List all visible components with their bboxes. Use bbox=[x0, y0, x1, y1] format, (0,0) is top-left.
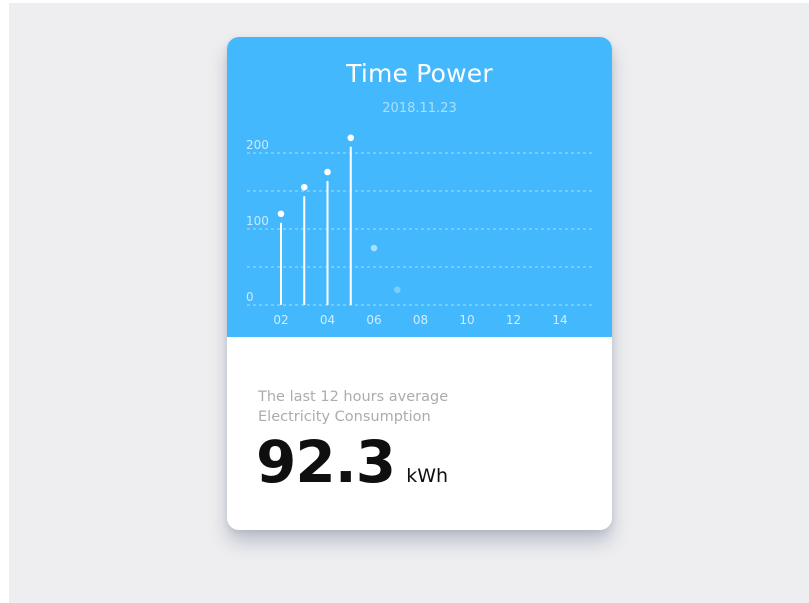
caption-line-1: The last 12 hours average bbox=[258, 389, 449, 405]
data-point bbox=[300, 183, 308, 191]
data-point bbox=[277, 210, 285, 218]
data-point bbox=[393, 286, 401, 294]
data-point bbox=[370, 244, 378, 252]
consumption-value: 92.3 bbox=[256, 428, 396, 496]
x-tick-label: 10 bbox=[459, 313, 474, 327]
y-tick-label: 0 bbox=[246, 290, 254, 304]
x-axis-ticks: 02 04 06 08 10 12 14 bbox=[273, 313, 567, 327]
data-point bbox=[324, 168, 331, 176]
x-tick-label: 06 bbox=[366, 313, 381, 327]
page-background: 0 100 200 02 04 06 08 10 12 14 Time Power 2018.1… bbox=[9, 3, 809, 603]
card-title: Time Power bbox=[346, 59, 493, 88]
chart-grid bbox=[247, 152, 592, 306]
consumption-unit: kWh bbox=[406, 465, 449, 487]
x-tick-label: 04 bbox=[320, 313, 335, 327]
y-axis-ticks: 0 100 200 bbox=[246, 138, 269, 304]
power-card: 0 100 200 02 04 06 08 10 12 14 Time Power 2018.1… bbox=[227, 37, 612, 530]
chart-marks bbox=[277, 134, 401, 305]
x-tick-label: 12 bbox=[506, 313, 521, 327]
summary-panel: The last 12 hours average Electricity Co… bbox=[227, 337, 612, 530]
summary-caption: The last 12 hours average Electricity Co… bbox=[258, 387, 578, 427]
data-point bbox=[347, 134, 355, 142]
caption-line-2: Electricity Consumption bbox=[258, 409, 431, 425]
x-tick-label: 14 bbox=[552, 313, 567, 327]
y-tick-label: 200 bbox=[246, 138, 269, 152]
x-tick-label: 08 bbox=[413, 313, 428, 327]
x-tick-label: 02 bbox=[273, 313, 288, 327]
card-date: 2018.11.23 bbox=[382, 101, 457, 116]
chart-header: 0 100 200 02 04 06 08 10 12 14 Time Power 2018.1… bbox=[227, 37, 612, 337]
consumption-reading: 92.3 kWh bbox=[256, 428, 448, 496]
y-tick-label: 100 bbox=[246, 214, 269, 228]
